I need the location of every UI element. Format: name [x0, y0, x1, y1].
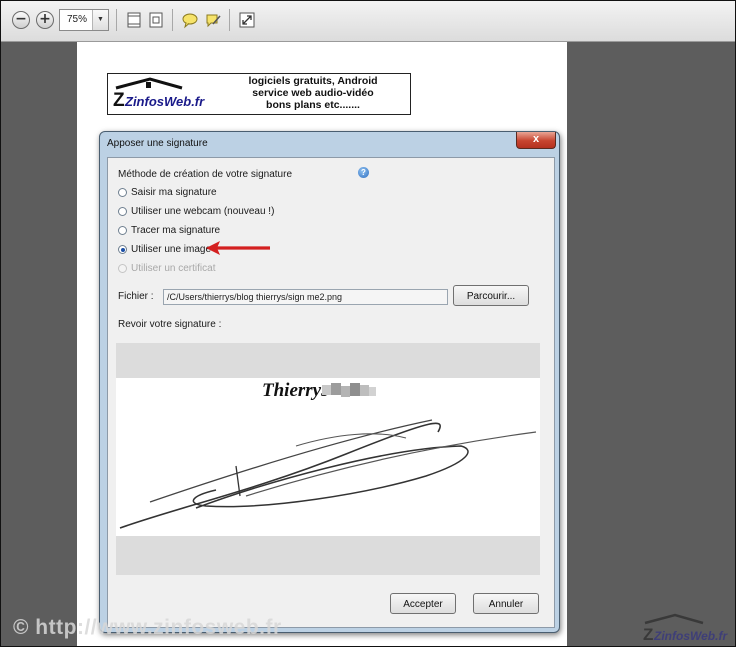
dialog-title: Apposer une signature [107, 138, 208, 149]
dialog-body: Méthode de création de votre signature ?… [107, 157, 555, 628]
toolbar-divider [172, 9, 173, 31]
close-icon: x [532, 133, 540, 145]
comment-icon[interactable] [181, 11, 199, 29]
option-type-signature-label[interactable]: Saisir ma signature [131, 187, 217, 198]
watermark-url: © http://www.zinfosweb.fr [13, 616, 282, 639]
red-arrow-icon [206, 241, 270, 255]
zoom-in-button[interactable]: + [36, 11, 54, 29]
watermark-logo: Z ZinfosWeb.fr [643, 613, 728, 643]
option-use-image-label[interactable]: Utiliser une image [131, 244, 211, 255]
toolbar-divider [116, 9, 117, 31]
header-banner: Z ZinfosWeb.fr logiciels gratuits, Andro… [107, 73, 411, 115]
file-label: Fichier : [118, 291, 154, 302]
signature-dialog: Apposer une signature x Méthode de créat… [99, 131, 560, 633]
radio-certificate [118, 264, 127, 273]
zoom-in-icon: + [39, 11, 51, 27]
zoom-out-button[interactable]: − [12, 11, 30, 29]
fit-page-icon[interactable] [125, 11, 143, 29]
file-path-field[interactable]: /C/Users/thierrys/blog thierrys/sign me2… [163, 289, 448, 305]
cancel-button[interactable]: Annuler [473, 593, 539, 614]
option-webcam-label[interactable]: Utiliser une webcam (nouveau !) [131, 206, 274, 217]
close-button[interactable]: x [516, 132, 556, 149]
radio-use-image[interactable] [118, 245, 127, 254]
option-certificate-label: Utiliser un certificat [131, 263, 216, 274]
help-icon-glyph: ? [361, 168, 366, 177]
preview-label: Revoir votre signature : [118, 319, 222, 330]
logo-text: ZinfosWeb.fr [124, 94, 205, 109]
fit-width-icon[interactable] [147, 11, 165, 29]
banner-text: logiciels gratuits, Android service web … [220, 75, 406, 111]
radio-webcam[interactable] [118, 207, 127, 216]
radio-type-signature[interactable] [118, 188, 127, 197]
svg-text:Z: Z [113, 90, 125, 110]
toolbar-divider [229, 9, 230, 31]
watermark-logo-text: ZinfosWeb.fr [653, 629, 728, 643]
signature-image: Thierrys [116, 378, 540, 536]
option-draw-signature-label[interactable]: Tracer ma signature [131, 225, 220, 236]
zoom-value: 75% [67, 14, 88, 25]
highlight-icon[interactable] [204, 11, 222, 29]
fullscreen-icon[interactable] [238, 11, 256, 29]
radio-draw-signature[interactable] [118, 226, 127, 235]
banner-line-2: service web audio-vidéo [252, 87, 374, 99]
banner-line-3: bons plans etc....... [266, 99, 360, 111]
signature-preview: Thierrys [116, 343, 540, 575]
method-section-label: Méthode de création de votre signature [118, 169, 292, 180]
chevron-down-icon[interactable]: ▼ [92, 10, 108, 30]
app-window: − + 75% ▼ Z ZinfosWeb.fr logiciels gratu… [0, 0, 736, 647]
svg-text:Z: Z [643, 625, 653, 643]
accept-button[interactable]: Accepter [390, 593, 456, 614]
browse-button[interactable]: Parcourir... [453, 285, 529, 306]
signature-stroke [119, 419, 537, 529]
zoom-out-icon: − [15, 11, 27, 27]
zinfosweb-logo: Z ZinfosWeb.fr [113, 77, 205, 110]
zoom-select[interactable]: 75% ▼ [59, 9, 109, 31]
help-icon[interactable]: ? [358, 167, 369, 178]
toolbar: − + 75% ▼ [1, 1, 735, 42]
banner-line-1: logiciels gratuits, Android [248, 75, 378, 87]
